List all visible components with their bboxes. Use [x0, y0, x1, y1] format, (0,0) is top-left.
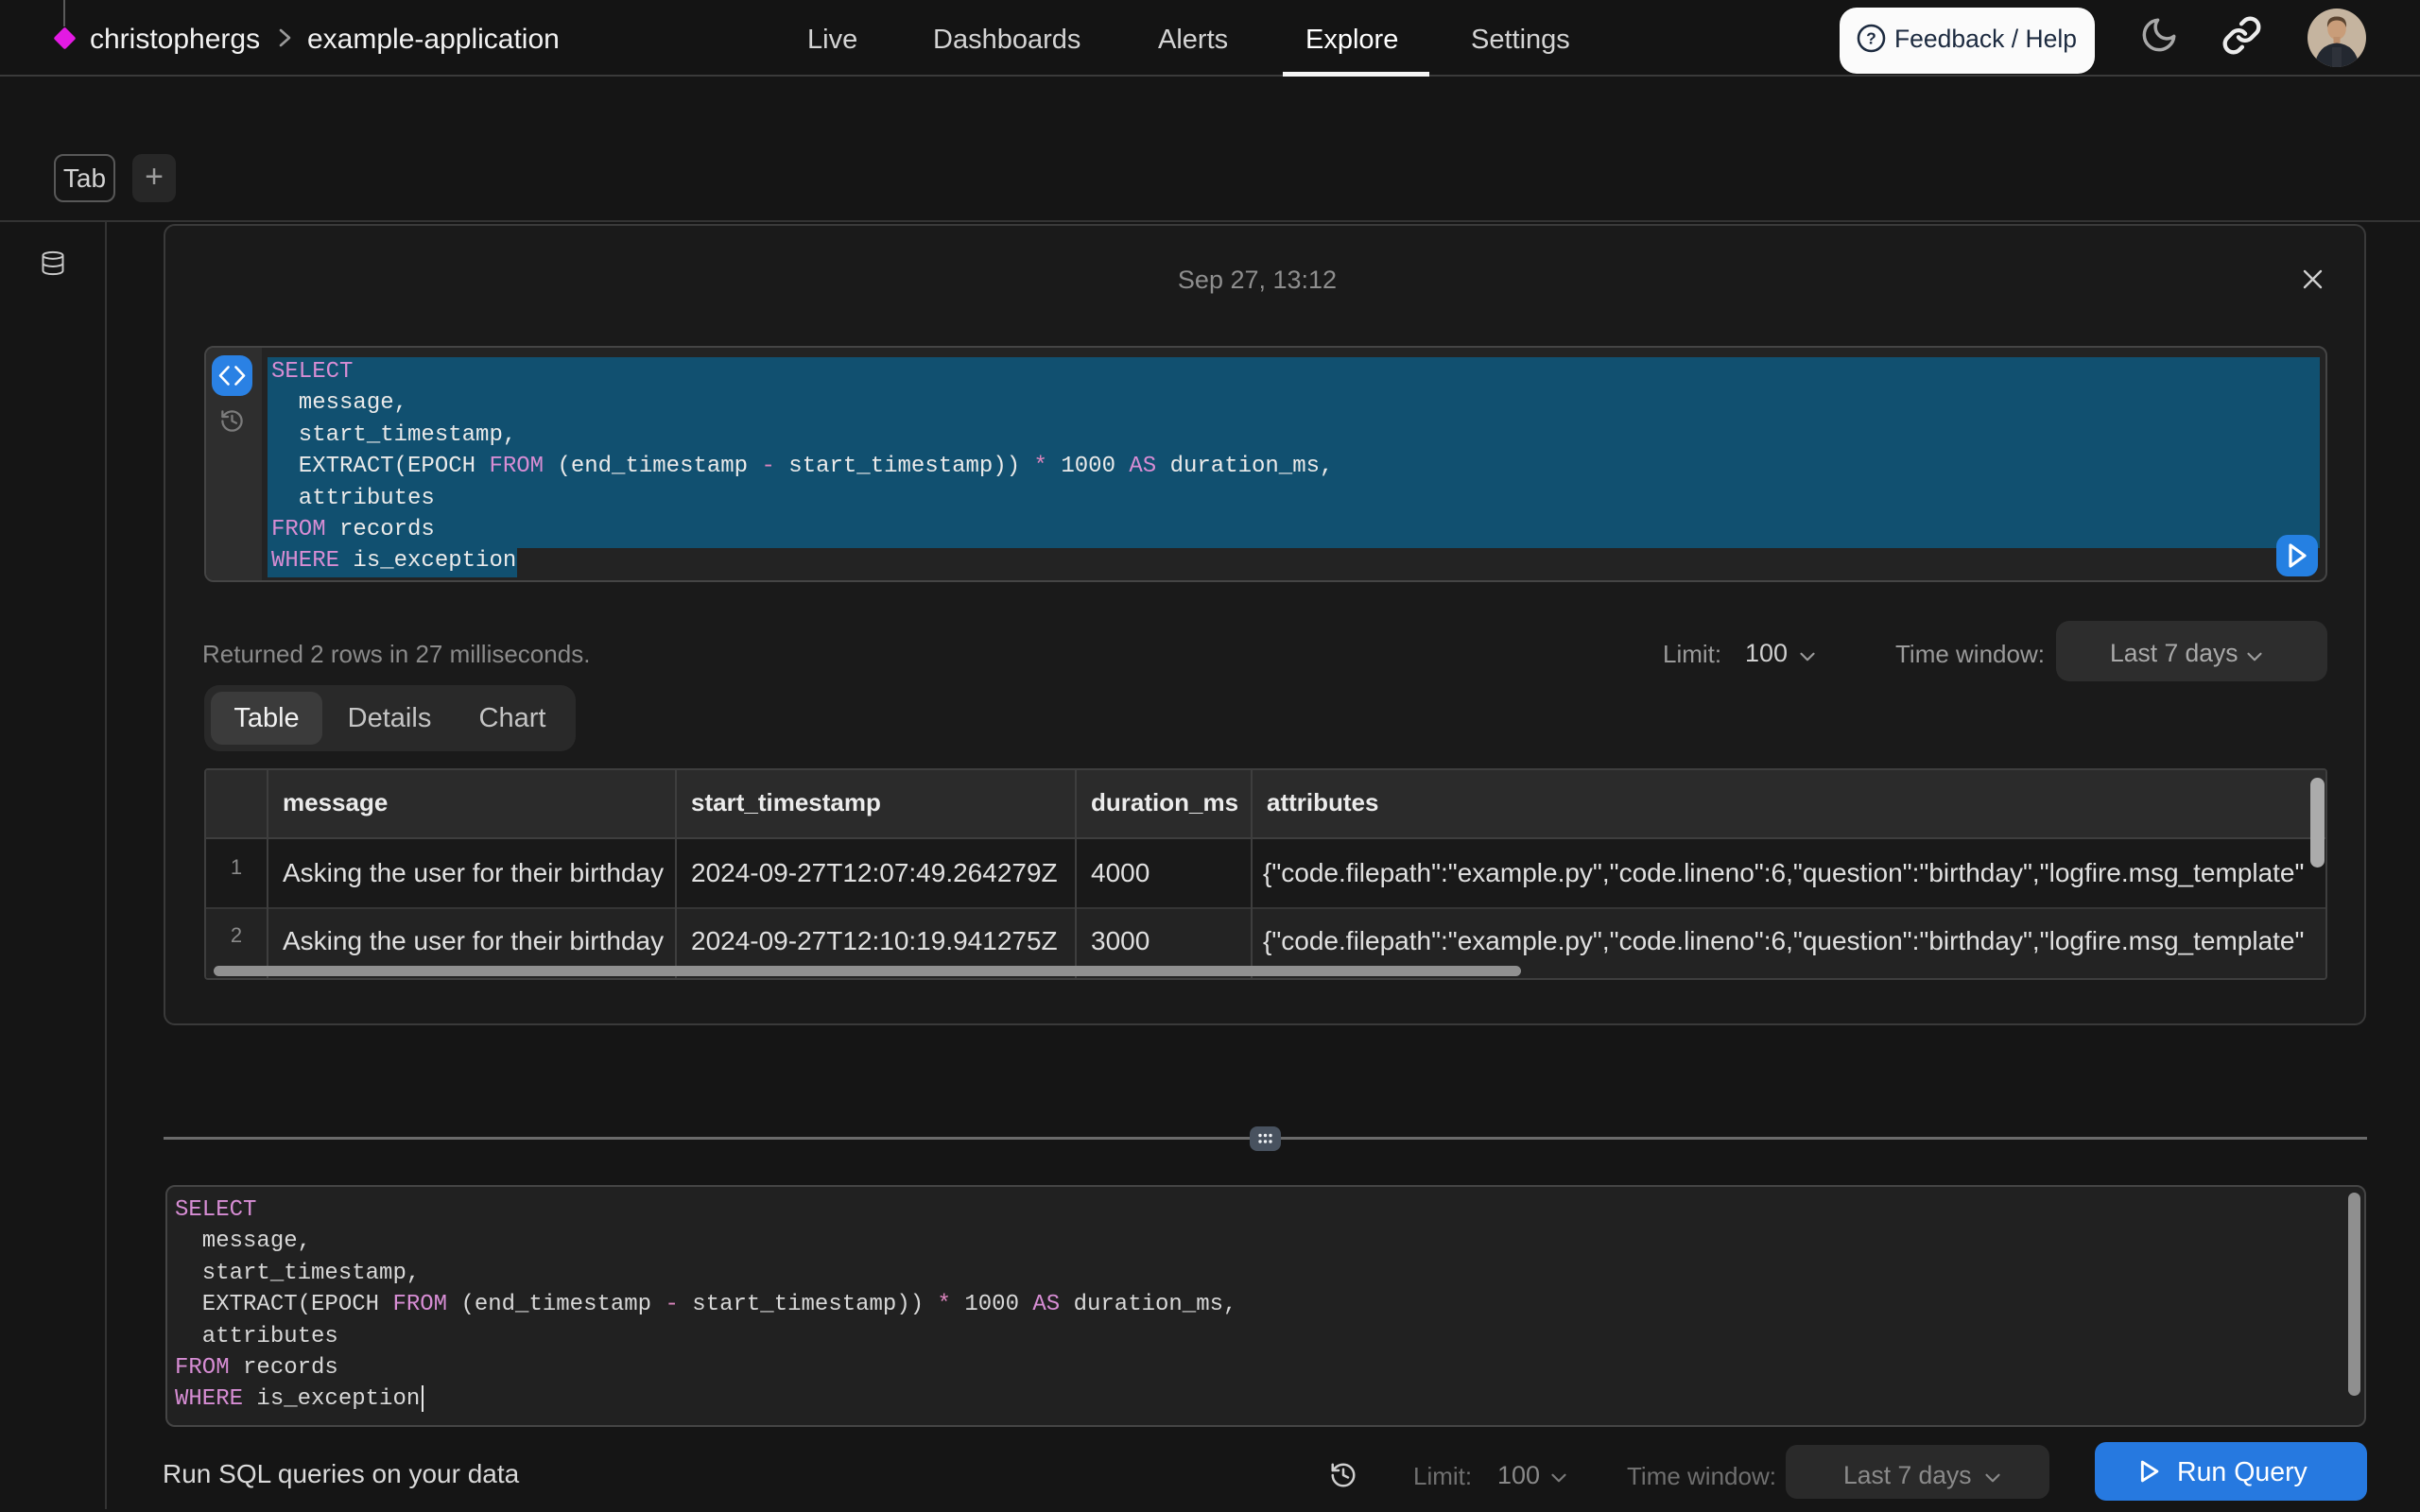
- svg-text:?: ?: [1866, 28, 1876, 47]
